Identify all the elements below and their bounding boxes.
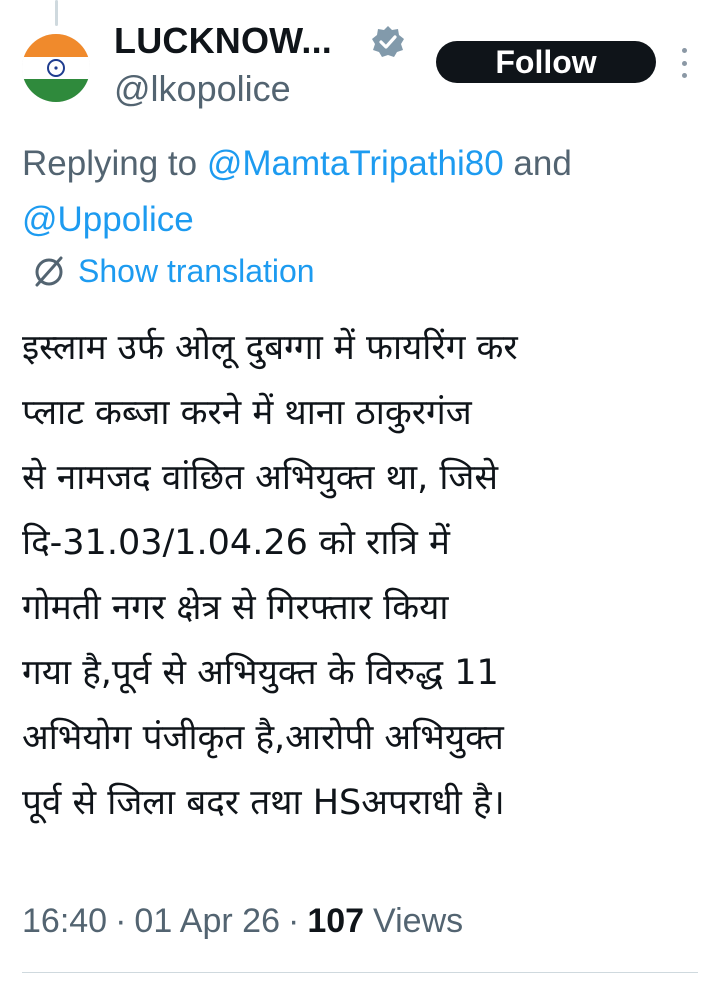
tweet-text: इस्लाम उर्फ ओलू दुबग्गा में फायरिंग कर प…	[22, 328, 518, 823]
show-translation-label: Show translation	[78, 252, 315, 289]
translate-icon	[35, 256, 63, 287]
views-label: Views	[373, 902, 464, 940]
reply-mention-link[interactable]: @MamtaTripathi80	[207, 144, 504, 183]
meta-separator: ·	[115, 902, 127, 940]
display-name[interactable]: LUCKNOW...	[114, 20, 332, 62]
view-count[interactable]: 107	[307, 902, 364, 941]
india-flag-avatar-icon	[22, 34, 90, 102]
tweet-date[interactable]: 01 Apr 26	[134, 902, 280, 941]
show-translation-button[interactable]: Show translation	[30, 248, 315, 294]
meta-separator: ·	[287, 902, 300, 940]
tweet-metadata: 16:40 · 01 Apr 26 · 107 Views	[22, 902, 463, 941]
thread-connector-line	[55, 0, 58, 26]
tweet-time[interactable]: 16:40	[22, 902, 107, 941]
verified-badge-icon	[370, 24, 406, 60]
more-options-icon[interactable]	[674, 48, 694, 78]
follow-button[interactable]: Follow	[436, 41, 656, 83]
user-handle[interactable]: @lkopolice	[114, 68, 291, 110]
replying-to-label: Replying to	[22, 144, 207, 183]
replying-and-label: and	[503, 144, 572, 183]
reply-mention-link[interactable]: @Uppolice	[22, 200, 194, 239]
replying-to-line: Replying to @MamtaTripathi80 and @Uppolic…	[22, 136, 712, 248]
avatar[interactable]	[22, 34, 90, 102]
divider	[22, 972, 698, 973]
